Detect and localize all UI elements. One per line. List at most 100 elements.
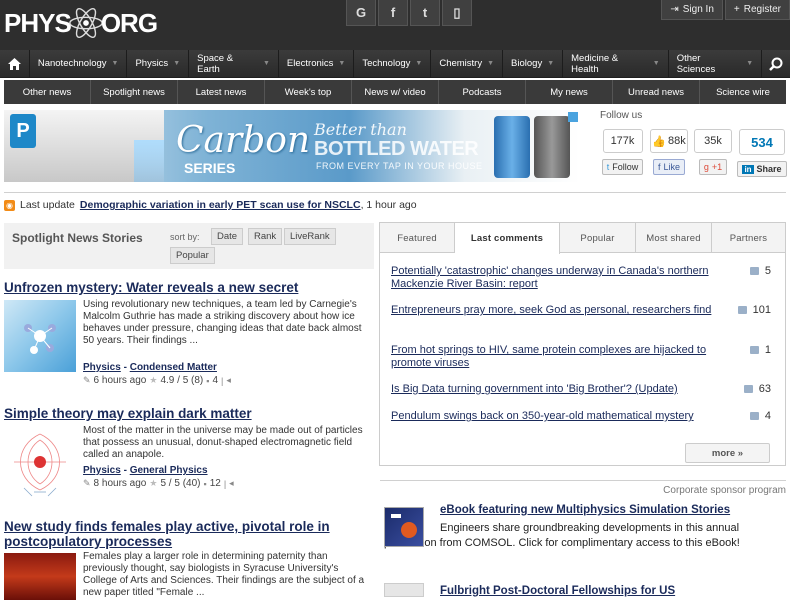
divider: | [223,478,227,489]
mobile-icon[interactable]: ▯ [442,0,472,26]
sponsor-thumbnail[interactable] [384,507,424,547]
more-button[interactable]: more » [685,443,770,463]
subnav-unread-news[interactable]: Unread news [613,80,700,104]
subnav-other-news[interactable]: Other news [4,80,91,104]
story-categories: Physics - Condensed Matter [83,362,217,373]
comment-bubble-icon [737,306,747,314]
story-thumbnail[interactable] [4,553,76,600]
sort-popular-button[interactable]: Popular [170,247,215,264]
comment-article-link[interactable]: Is Big Data turning government into 'Big… [391,383,721,396]
corporate-sponsor: Corporate sponsor program eBook featurin… [380,480,786,597]
tab-popular[interactable]: Popular [560,223,636,253]
brand-badge: P [10,114,36,148]
subnav-podcasts[interactable]: Podcasts [439,80,526,104]
facebook-count-value: 88k [667,135,686,147]
tab-last-comments[interactable]: Last comments [455,223,560,254]
rss-icon[interactable]: ◉ [4,199,15,211]
nav-item-technology[interactable]: Technology ▼ [354,49,432,78]
share-label: Share [756,164,782,174]
story-title[interactable]: Simple theory may explain dark matter [4,406,252,421]
nav-item-chemistry[interactable]: Chemistry ▼ [431,49,504,78]
nav-item-biology[interactable]: Biology ▼ [503,49,564,78]
sort-by-label: sort by: [170,232,200,242]
caret-down-icon: ▼ [262,60,270,67]
nav-label: Other Sciences [676,52,716,75]
subnav-my-news[interactable]: My news [526,80,613,104]
comment-count-value: 101 [752,304,771,316]
subcategory-link[interactable]: Condensed Matter [130,362,217,373]
speaker-icon[interactable]: ◂ [229,478,234,489]
sort-liverank-button[interactable]: LiveRank [284,228,336,245]
tab-most-shared[interactable]: Most shared [636,223,712,253]
subcategory-link[interactable]: General Physics [130,465,208,476]
comment-bubble-icon [749,412,759,420]
thumbs-up-icon: 👍 [652,135,666,148]
facebook-icon[interactable]: f [378,0,408,26]
sort-rank-button[interactable]: Rank [248,228,283,245]
banner-ad[interactable]: P Carbon SERIES Better than BOTTLED WATE… [4,110,580,182]
google-plus-icon[interactable]: G [346,0,376,26]
banner-every-text: FROM EVERY TAP IN YOUR HOUSE [316,161,483,171]
story-rating: 4.9 / 5 (8) [160,375,204,386]
nav-item-nanotechnology[interactable]: Nanotechnology ▼ [30,49,128,78]
divider [4,192,786,193]
star-icon: ★ [149,478,158,488]
subnav-news-video[interactable]: News w/ video [352,80,439,104]
nav-item-medicine-health[interactable]: Medicine & Health ▼ [563,49,669,78]
plus-icon: + [733,4,740,15]
home-icon[interactable] [0,49,30,78]
subnav-science-wire[interactable]: Science wire [700,80,786,104]
sponsor-description-text: Engineers share groundbreaking developme… [384,522,740,549]
category-link[interactable]: Physics [83,362,121,373]
nav-item-physics[interactable]: Physics ▼ [127,49,190,78]
nav-item-electronics[interactable]: Electronics ▼ [279,49,355,78]
sponsor-title[interactable]: Fulbright Post-Doctoral Fellowships for … [440,585,675,597]
subnav-spotlight-news[interactable]: Spotlight news [91,80,178,104]
story-thumbnail[interactable] [4,300,76,372]
subnav-latest-news[interactable]: Latest news [178,80,265,104]
main-nav: Nanotechnology ▼ Physics ▼ Space & Earth ▼ … [0,49,790,78]
comment-article-link[interactable]: From hot springs to HIV, same protein co… [391,344,721,370]
tab-partners[interactable]: Partners [712,223,785,253]
atom-logo-icon [68,8,103,38]
comment-count-value: 63 [758,383,771,395]
category-link[interactable]: Physics [83,465,121,476]
caret-down-icon: ▼ [547,60,555,67]
site-logo[interactable]: PHYS ORG [4,6,158,40]
linkedin-share-button[interactable]: in Share [737,161,787,177]
tab-featured[interactable]: Featured [380,223,455,253]
sort-date-button[interactable]: Date [211,228,244,245]
comment-article-link[interactable]: Entrepreneurs pray more, seek God as per… [391,304,721,317]
facebook-count: 👍 88k [650,129,688,153]
register-label: Register [743,4,781,15]
ad-choices-icon[interactable] [568,112,578,122]
story-time: 6 hours ago [93,375,147,386]
sign-in-button[interactable]: ⇥ Sign In [661,0,723,20]
story-comments: 4 [212,375,219,386]
google-plus-button[interactable]: g +1 [698,159,728,175]
sponsor-thumbnail[interactable] [384,583,424,597]
speaker-icon[interactable]: ◂ [226,375,231,386]
search-icon[interactable] [762,57,790,71]
comment-count: 5 [749,265,771,277]
caret-down-icon: ▼ [338,60,346,67]
nav-label: Electronics [286,58,334,69]
register-button[interactable]: + Register [724,0,790,20]
twitter-follow-button[interactable]: t Follow [601,159,644,175]
pencil-icon: ✎ [83,478,91,488]
sponsor-title[interactable]: eBook featuring new Multiphysics Simulat… [440,504,730,516]
story-title[interactable]: Unfrozen mystery: Water reveals a new se… [4,280,298,295]
nav-item-space-earth[interactable]: Space & Earth ▼ [189,49,279,78]
last-update-link[interactable]: Demographic variation in early PET scan … [80,199,361,211]
linkedin-icon: in [742,164,754,174]
facebook-like-button[interactable]: f Like [652,159,686,175]
comment-article-link[interactable]: Potentially 'catastrophic' changes under… [391,265,721,291]
nav-item-other-sciences[interactable]: Other Sciences ▼ [669,49,763,78]
twitter-count: 177k [602,129,643,153]
comment-article-link[interactable]: Pendulum swings back on 350-year-old mat… [391,410,721,423]
story-title[interactable]: New study finds females play active, piv… [4,519,330,549]
subnav-weeks-top[interactable]: Week's top [265,80,352,104]
twitter-icon[interactable]: t [410,0,440,26]
story-thumbnail[interactable] [4,426,76,498]
story-item: Unfrozen mystery: Water reveals a new se… [4,280,370,390]
